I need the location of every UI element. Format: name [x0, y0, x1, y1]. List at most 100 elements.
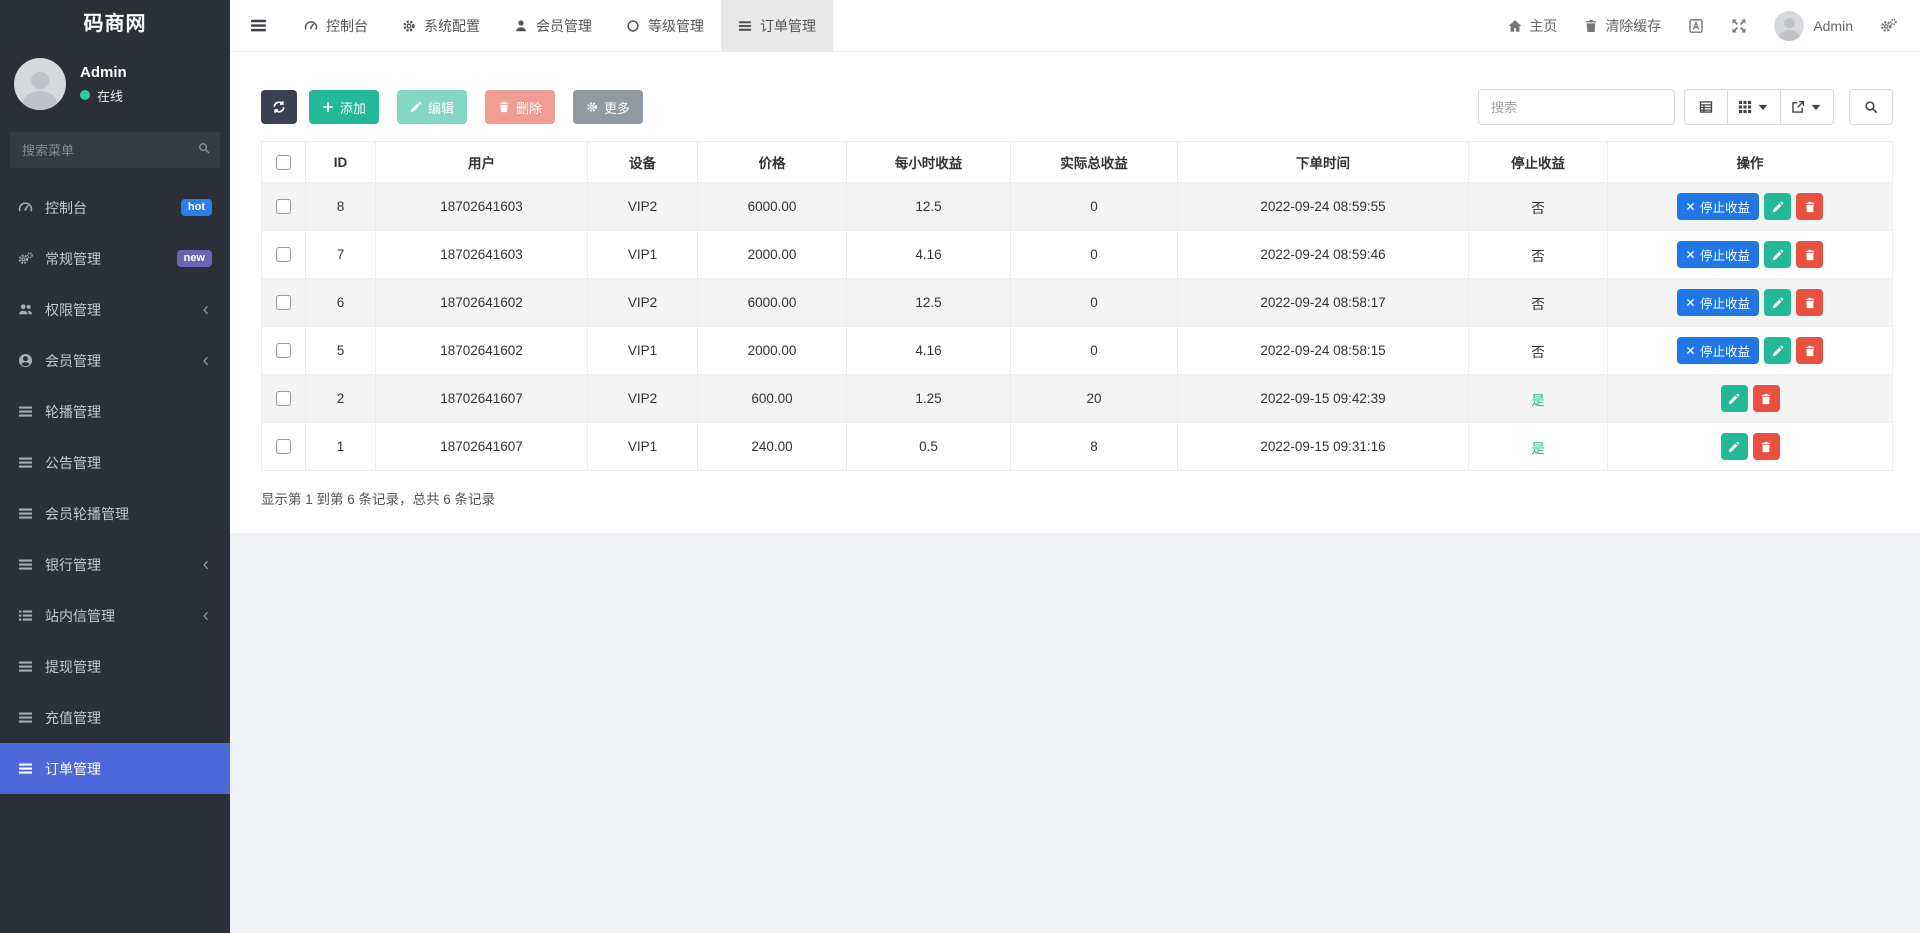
- delete-label: 删除: [516, 98, 542, 117]
- edit-button[interactable]: 编辑: [397, 90, 467, 124]
- trash-icon: [498, 101, 510, 113]
- cell-price: 240.00: [698, 423, 847, 471]
- chevron-left-icon: [200, 610, 212, 622]
- sidebar-item-9[interactable]: 站内信管理: [0, 590, 230, 641]
- row-delete-button[interactable]: [1753, 433, 1780, 460]
- row-delete-button[interactable]: [1753, 385, 1780, 412]
- row-edit-button[interactable]: [1764, 337, 1791, 364]
- table-search-input[interactable]: [1478, 89, 1675, 125]
- row-edit-button[interactable]: [1764, 193, 1791, 220]
- cell-hourly-income: 0.5: [847, 423, 1011, 471]
- more-button[interactable]: 更多: [573, 90, 643, 124]
- cell-stopped: 否: [1469, 231, 1608, 279]
- sidebar-toggle-button[interactable]: [230, 0, 287, 51]
- cell-user: 18702641602: [376, 327, 588, 375]
- row-edit-button[interactable]: [1721, 385, 1748, 412]
- toggle-view-button[interactable]: [1684, 89, 1728, 125]
- header-cell: 每小时收益: [847, 142, 1011, 183]
- stop-income-button[interactable]: 停止收益: [1677, 289, 1759, 316]
- row-checkbox[interactable]: [276, 199, 291, 214]
- sidebar-item-7[interactable]: 会员轮播管理: [0, 488, 230, 539]
- user-menu[interactable]: Admin: [1774, 11, 1853, 41]
- stop-income-label: 停止收益: [1700, 197, 1750, 216]
- sidebar-item-8[interactable]: 银行管理: [0, 539, 230, 590]
- sidebar-item-label: 会员轮播管理: [45, 504, 129, 524]
- stop-income-button[interactable]: 停止收益: [1677, 193, 1759, 220]
- sidebar-item-4[interactable]: 会员管理: [0, 335, 230, 386]
- sidebar-item-12[interactable]: 订单管理: [0, 743, 230, 794]
- fullscreen-button[interactable]: [1731, 18, 1747, 34]
- cell-order-time: 2022-09-15 09:31:16: [1178, 423, 1469, 471]
- sidebar-item-1[interactable]: 控制台hot: [0, 182, 230, 233]
- tab-2[interactable]: 系统配置: [385, 0, 497, 51]
- settings-button[interactable]: [1880, 18, 1897, 33]
- tab-1[interactable]: 控制台: [287, 0, 385, 51]
- row-edit-button[interactable]: [1721, 433, 1748, 460]
- sidebar-item-10[interactable]: 提现管理: [0, 641, 230, 692]
- row-edit-button[interactable]: [1764, 241, 1791, 268]
- clear-cache-link[interactable]: 清除缓存: [1584, 16, 1661, 36]
- row-delete-button[interactable]: [1796, 289, 1823, 316]
- row-checkbox[interactable]: [276, 439, 291, 454]
- row-checkbox[interactable]: [276, 247, 291, 262]
- sidebar-item-3[interactable]: 权限管理: [0, 284, 230, 335]
- row-delete-button[interactable]: [1796, 337, 1823, 364]
- cell-checkbox: [262, 231, 306, 279]
- sidebar-item-11[interactable]: 充值管理: [0, 692, 230, 743]
- sidebar-item-2[interactable]: 常规管理new: [0, 233, 230, 284]
- sidebar-search-input[interactable]: [10, 132, 220, 168]
- language-button[interactable]: [1688, 18, 1704, 34]
- cell-operations: [1608, 375, 1893, 423]
- cell-order-time: 2022-09-15 09:42:39: [1178, 375, 1469, 423]
- main-column: 控制台系统配置会员管理等级管理 订单管理 主页 清除缓存: [230, 0, 1920, 933]
- cell-hourly-income: 12.5: [847, 183, 1011, 231]
- row-delete-button[interactable]: [1796, 241, 1823, 268]
- stop-income-label: 停止收益: [1700, 245, 1750, 264]
- avatar: [1774, 11, 1804, 41]
- sidebar-item-label: 银行管理: [45, 555, 101, 575]
- columns-dropdown-button[interactable]: [1727, 89, 1781, 125]
- delete-button[interactable]: 删除: [485, 90, 555, 124]
- cell-order-time: 2022-09-24 08:59:55: [1178, 183, 1469, 231]
- app-root: 码商网 Admin 在线 控制台hot常规管理new权限管理会员管理轮播管理公告…: [0, 0, 1920, 933]
- dashboard-icon: [304, 19, 318, 33]
- export-dropdown-button[interactable]: [1780, 89, 1834, 125]
- sidebar-item-label: 充值管理: [45, 708, 101, 728]
- row-edit-button[interactable]: [1764, 289, 1791, 316]
- row-delete-button[interactable]: [1796, 193, 1823, 220]
- bars-icon: [18, 506, 33, 521]
- row-checkbox[interactable]: [276, 343, 291, 358]
- dashboard-icon: [18, 200, 33, 215]
- cell-price: 2000.00: [698, 327, 847, 375]
- select-all-checkbox[interactable]: [276, 155, 291, 170]
- navbar-right: 主页 清除缓存 Admin: [1508, 11, 1920, 41]
- pencil-icon: [1772, 201, 1784, 213]
- more-label: 更多: [604, 98, 630, 117]
- circle-icon: [626, 19, 640, 33]
- row-checkbox[interactable]: [276, 391, 291, 406]
- home-link[interactable]: 主页: [1508, 16, 1557, 36]
- pencil-icon: [1772, 249, 1784, 261]
- sidebar-item-5[interactable]: 轮播管理: [0, 386, 230, 437]
- tab-4[interactable]: 等级管理: [609, 0, 721, 51]
- table-view-buttons: [1684, 89, 1834, 125]
- table-row: 218702641607VIP2600.001.25202022-09-15 0…: [262, 375, 1893, 423]
- cell-total-income: 20: [1011, 375, 1178, 423]
- stop-income-button[interactable]: 停止收益: [1677, 337, 1759, 364]
- bars-icon: [18, 404, 33, 419]
- caret-down-icon: [1809, 100, 1823, 114]
- sidebar-item-6[interactable]: 公告管理: [0, 437, 230, 488]
- refresh-button[interactable]: [261, 90, 297, 124]
- stop-income-button[interactable]: 停止收益: [1677, 241, 1759, 268]
- sidebar-search: [10, 132, 220, 168]
- tab-label: 订单管理: [760, 16, 816, 36]
- tab-3[interactable]: 会员管理: [497, 0, 609, 51]
- header-cell: 用户: [376, 142, 588, 183]
- search-toggle-button[interactable]: [1849, 89, 1893, 125]
- stop-income-label: 停止收益: [1700, 293, 1750, 312]
- add-button[interactable]: 添加: [309, 90, 379, 124]
- row-checkbox[interactable]: [276, 295, 291, 310]
- chevron-left-icon: [200, 304, 212, 316]
- export-icon: [1791, 100, 1805, 114]
- tab-5[interactable]: 订单管理: [721, 0, 833, 51]
